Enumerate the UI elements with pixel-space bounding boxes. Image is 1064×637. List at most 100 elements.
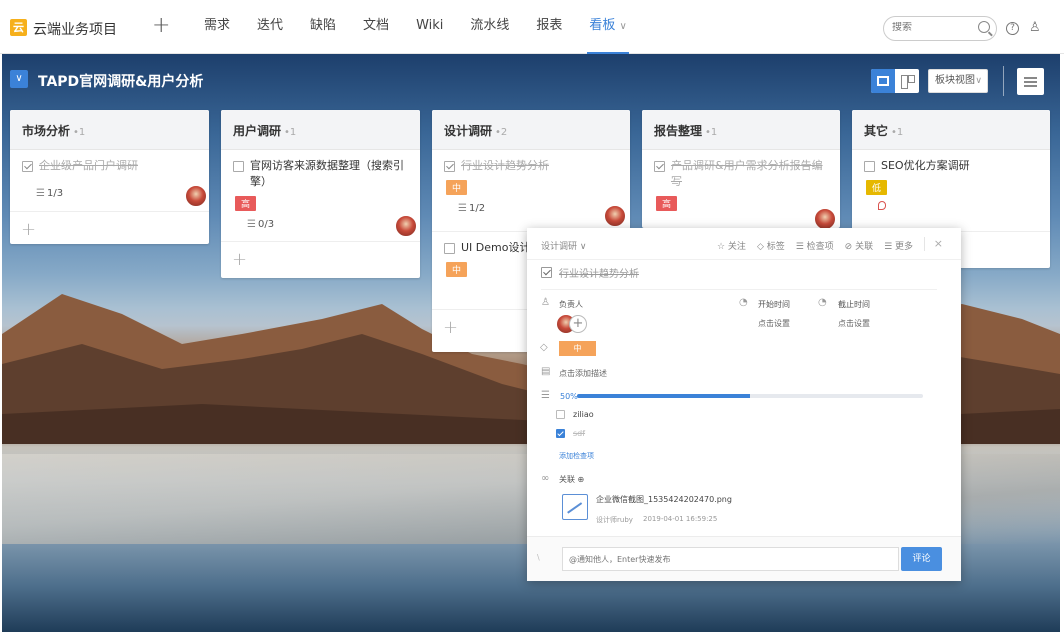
task-title[interactable]: SEO优化方案调研 (881, 158, 1038, 174)
task-detail-title[interactable]: 行业设计趋势分析 (559, 265, 639, 280)
priority-tag: 低 (866, 180, 888, 195)
panel-breadcrumb[interactable]: 设计调研 ∨ (541, 239, 586, 252)
collapse-board-button[interactable]: ∨ (10, 70, 28, 88)
image-icon[interactable] (562, 494, 588, 520)
comment-bar: \ 评论 (527, 536, 961, 581)
attachment-time: 2019-04-01 16:59:25 (643, 515, 718, 523)
project-logo-icon[interactable]: 云 (10, 19, 27, 36)
board-menu-button[interactable] (1017, 68, 1044, 95)
panel-header: 设计调研 ∨ ☆ 关注 ◇ 标签 ☰ 检查项 ⊘ 关联 ☰ 更多 × (527, 228, 961, 260)
checklist-button[interactable]: ☰ 检查项 (796, 239, 834, 252)
main-nav: 需求 迭代 缺陷 文档 Wiki 流水线 报表 看板 ∨ (204, 0, 654, 54)
task-checkbox[interactable] (444, 243, 455, 254)
follow-button[interactable]: ☆ 关注 (717, 239, 746, 252)
attachment-name[interactable]: 企业微信截图_1535424202470.png (596, 494, 732, 505)
end-time-value[interactable]: 点击设置 (838, 318, 870, 329)
top-navbar: 云 云端业务项目 + 需求 迭代 缺陷 文档 Wiki 流水线 报表 看板∨ ?… (0, 0, 1064, 54)
column-header: 用户调研 •1 (221, 110, 420, 150)
add-card-button[interactable] (10, 212, 209, 244)
search-input[interactable] (892, 22, 972, 33)
notification-icon[interactable] (878, 201, 886, 210)
task-checkbox[interactable] (22, 161, 33, 172)
checklist-item-label[interactable]: ziliao (573, 410, 594, 419)
progress-fill (577, 394, 750, 398)
person-icon: ♙ (541, 297, 550, 308)
column-count: •1 (73, 127, 86, 138)
task-done-checkbox[interactable] (541, 267, 552, 278)
task-checkbox[interactable] (444, 161, 455, 172)
member-view-icon[interactable] (895, 69, 919, 93)
search-box[interactable] (883, 16, 997, 41)
task-title[interactable]: 行业设计趋势分析 (461, 158, 618, 174)
column-header: 设计调研 •2 (432, 110, 630, 150)
task-card[interactable]: 官网访客来源数据整理（搜索引擎） 高 ☰ 0/3 (221, 150, 420, 242)
task-card[interactable]: SEO优化方案调研 低 (852, 150, 1050, 232)
column-count: •1 (891, 127, 904, 138)
comment-submit-button[interactable]: 评论 (901, 547, 942, 571)
start-time-label: 开始时间 (758, 300, 790, 309)
checklist-progress: ☰ 0/3 (247, 219, 275, 230)
board-view-icon[interactable] (871, 69, 895, 93)
checklist-progress-bar (577, 394, 923, 398)
checklist-item-checkbox[interactable] (556, 429, 565, 438)
divider (924, 237, 925, 251)
checklist-item-label[interactable]: sdf (573, 429, 585, 438)
task-checkbox[interactable] (864, 161, 875, 172)
close-icon[interactable]: × (934, 237, 943, 250)
add-checklist-item[interactable]: 添加检查项 (559, 451, 594, 461)
avatar[interactable] (185, 185, 207, 207)
description-icon: ▤ (541, 366, 551, 377)
task-title[interactable]: 企业级产品门户调研 (39, 158, 197, 174)
nav-item-kanban[interactable]: 看板 ∨ (587, 0, 630, 54)
relation-button[interactable]: ⊘ 关联 (845, 239, 873, 252)
priority-tag: 高 (656, 196, 678, 211)
nav-item-wiki[interactable]: Wiki (416, 0, 443, 54)
view-select-value: 板块视图 (935, 75, 975, 86)
column-name: 报告整理 (654, 124, 703, 138)
task-card[interactable]: 企业级产品门户调研 ☰ 1/3 (10, 150, 209, 212)
column-user-research: 用户调研 •1 官网访客来源数据整理（搜索引擎） 高 ☰ 0/3 (221, 110, 420, 278)
column-count: •2 (495, 127, 508, 138)
comment-input[interactable] (562, 547, 899, 571)
search-icon[interactable] (978, 21, 990, 33)
column-header: 市场分析 •1 (10, 110, 209, 150)
add-owner-button[interactable]: + (569, 315, 587, 333)
priority-tag[interactable]: 中 (559, 341, 596, 356)
avatar[interactable] (395, 215, 417, 237)
start-time-value[interactable]: 点击设置 (758, 318, 790, 329)
nav-item-pipeline[interactable]: 流水线 (470, 0, 509, 54)
nav-item-requirements[interactable]: 需求 (204, 0, 230, 54)
task-checkbox[interactable] (233, 161, 244, 172)
description-field[interactable]: 点击添加描述 (559, 368, 607, 379)
nav-item-documents[interactable]: 文档 (363, 0, 389, 54)
checklist-progress: ☰ 1/2 (458, 203, 486, 214)
board-title: TAPD官网调研&用户分析 (38, 74, 204, 90)
task-card[interactable]: 产品调研&用户需求分析报告编写 高 (642, 150, 840, 230)
task-title[interactable]: 产品调研&用户需求分析报告编写 (671, 158, 828, 190)
more-button[interactable]: ☰ 更多 (884, 239, 913, 252)
column-name: 用户调研 (233, 124, 282, 138)
column-report: 报告整理 •1 产品调研&用户需求分析报告编写 高 (642, 110, 840, 230)
task-checkbox[interactable] (654, 161, 665, 172)
column-count: •1 (284, 127, 297, 138)
create-button[interactable]: + (152, 14, 170, 38)
tag-button[interactable]: ◇ 标签 (757, 239, 785, 252)
checklist-icon: ☰ (247, 219, 256, 230)
checklist-progress: ☰ 1/3 (36, 188, 64, 199)
avatar[interactable] (604, 205, 626, 227)
help-icon[interactable]: ? (1006, 22, 1019, 35)
view-select[interactable]: 板块视图 ∨ (928, 69, 988, 93)
checklist-item-checkbox[interactable] (556, 410, 565, 419)
task-card[interactable]: 行业设计趋势分析 中 ☰ 1/2 (432, 150, 630, 232)
nav-item-iterations[interactable]: 迭代 (257, 0, 283, 54)
project-name[interactable]: 云端业务项目 (33, 19, 117, 39)
user-icon[interactable]: ♙ (1029, 20, 1041, 35)
column-header: 报告整理 •1 (642, 110, 840, 150)
add-card-button[interactable] (221, 242, 420, 278)
nav-item-bugs[interactable]: 缺陷 (310, 0, 336, 54)
nav-item-reports[interactable]: 报表 (536, 0, 562, 54)
clock-icon: ◔ (818, 297, 827, 308)
task-title[interactable]: 官网访客来源数据整理（搜索引擎） (250, 158, 408, 190)
avatar[interactable] (814, 208, 836, 230)
relation-label[interactable]: 关联 ⊕ (559, 474, 584, 485)
